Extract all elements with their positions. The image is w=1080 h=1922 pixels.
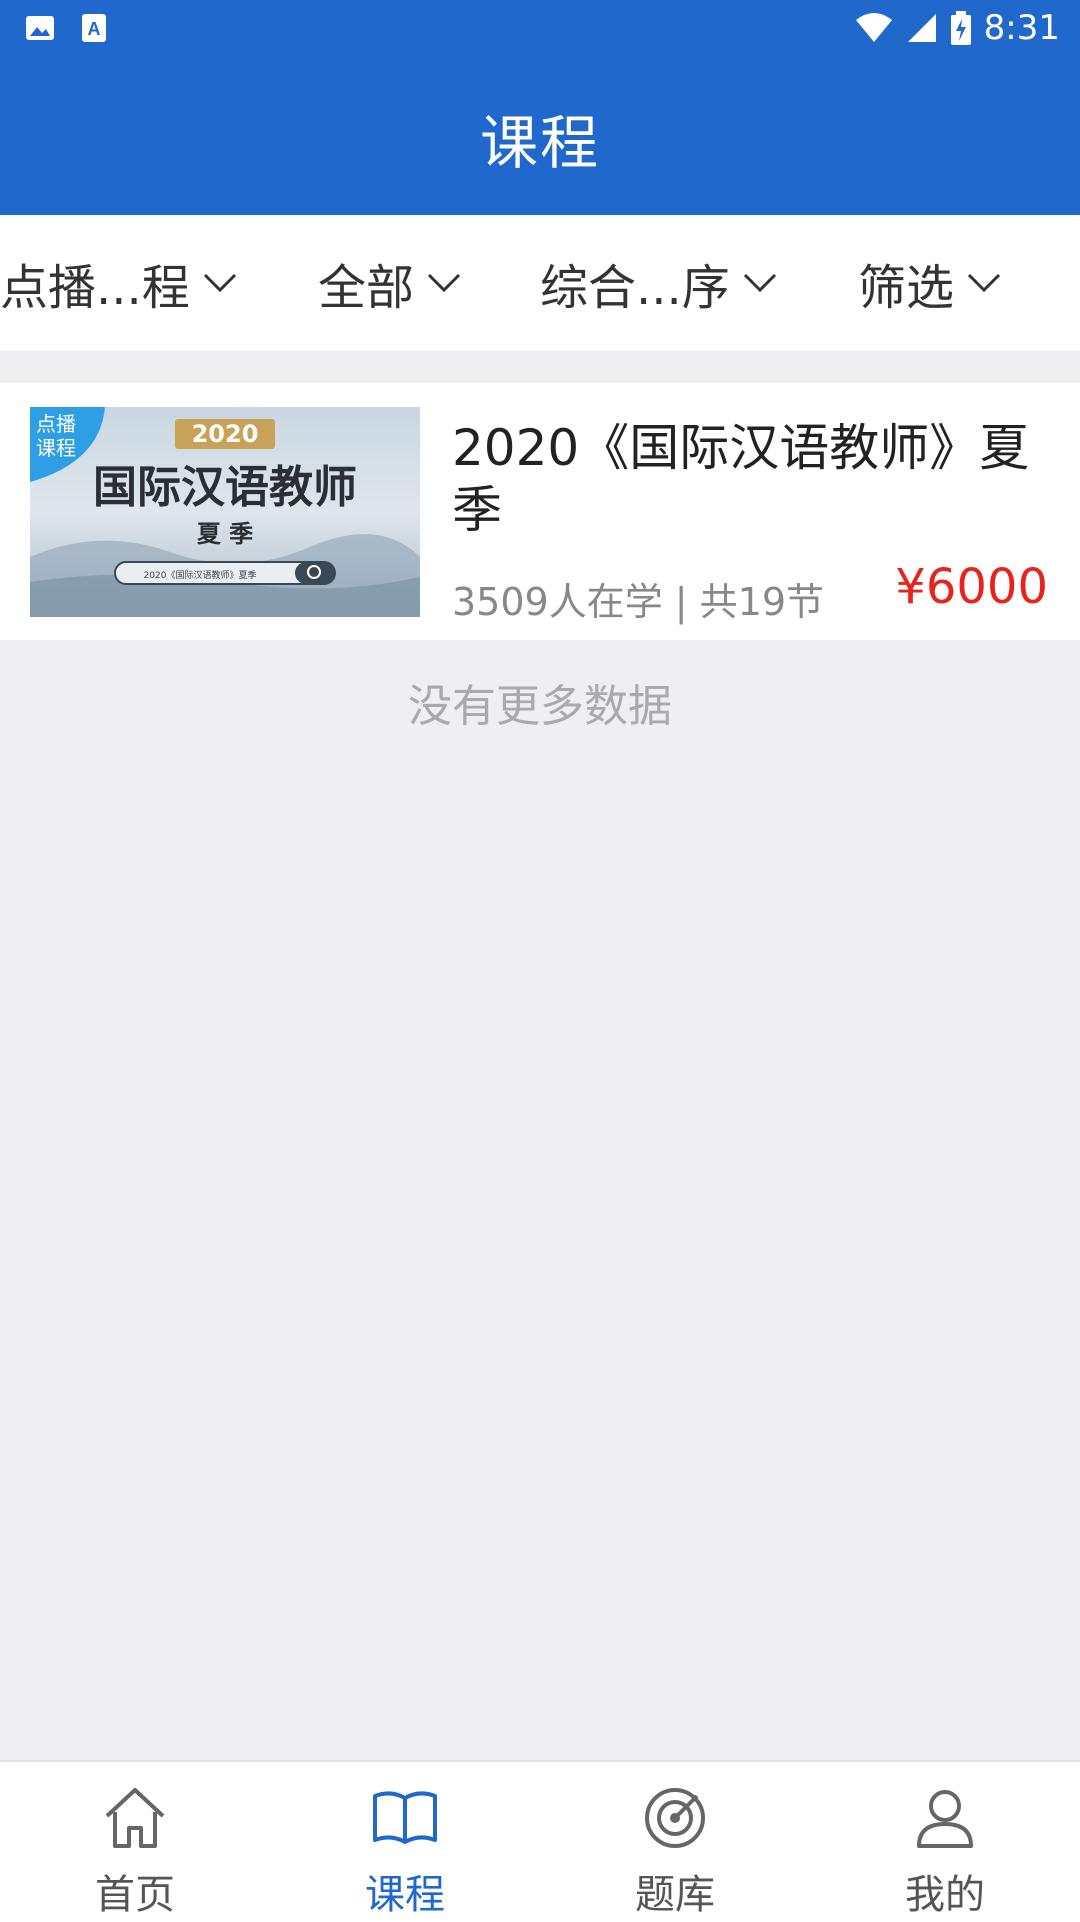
- thumb-badge-line1: 点播: [36, 412, 76, 436]
- filter-label: 筛选: [858, 260, 955, 316]
- course-price: ¥6000: [895, 559, 1048, 615]
- home-icon: [105, 1788, 165, 1848]
- nav-label: 题库: [635, 1872, 715, 1918]
- svg-text:A: A: [88, 19, 101, 39]
- thumb-title: 国际汉语教师: [93, 462, 357, 513]
- nav-course[interactable]: 课程: [270, 1762, 540, 1922]
- app-notification-icon: A: [82, 14, 106, 42]
- list-end-text: 没有更多数据: [408, 681, 672, 732]
- filter-bar: 点播...程 全部 综合...序 筛选: [0, 215, 1080, 351]
- chevron-down-icon: [203, 273, 236, 293]
- section-divider: [0, 351, 1080, 383]
- battery-icon: [950, 11, 971, 45]
- wifi-icon: [855, 13, 892, 42]
- course-thumbnail: 点播 课程 2020 国际汉语教师 夏 季 2020《国际汉语教师》夏季: [30, 407, 420, 617]
- image-notification-icon: [26, 16, 54, 40]
- nav-label: 我的: [905, 1872, 985, 1918]
- signal-icon: [907, 14, 936, 42]
- filter-category[interactable]: 全部: [318, 215, 462, 351]
- thumb-year: 2020: [192, 420, 259, 448]
- nav-label: 首页: [95, 1872, 175, 1918]
- nav-question-bank[interactable]: 题库: [540, 1762, 810, 1922]
- thumb-search-text: 2020《国际汉语教师》夏季: [144, 569, 257, 581]
- thumb-badge-line2: 课程: [36, 436, 76, 460]
- course-meta: 3509人在学 | 共19节: [452, 580, 825, 624]
- filter-label: 综合...序: [540, 260, 730, 316]
- chevron-down-icon: [427, 273, 461, 293]
- bottom-nav: 首页 课程 题库 我的: [0, 1760, 1080, 1922]
- filter-sort[interactable]: 综合...序: [540, 215, 778, 351]
- thumb-subtitle: 夏 季: [197, 519, 253, 548]
- nav-home[interactable]: 首页: [0, 1762, 270, 1922]
- status-time: 8:31: [983, 8, 1060, 48]
- course-card[interactable]: 点播 课程 2020 国际汉语教师 夏 季 2020《国际汉语教师》夏季 202…: [0, 383, 1080, 640]
- nav-label: 课程: [365, 1872, 445, 1918]
- page-title: 课程: [479, 108, 600, 177]
- nav-profile[interactable]: 我的: [810, 1762, 1080, 1922]
- course-title: 2020《国际汉语教师》夏季: [452, 419, 1030, 539]
- user-icon: [917, 1790, 973, 1848]
- target-icon: [645, 1788, 705, 1848]
- chevron-down-icon: [967, 273, 1001, 293]
- filter-label: 点播...程: [0, 260, 190, 316]
- book-icon: [373, 1791, 437, 1844]
- app-header: 课程: [0, 60, 1080, 215]
- filter-screen[interactable]: 筛选: [858, 215, 1002, 351]
- chevron-down-icon: [743, 273, 776, 293]
- status-bar: A 8:31: [0, 0, 1080, 60]
- filter-course-type[interactable]: 点播...程: [0, 215, 238, 351]
- filter-label: 全部: [318, 260, 415, 316]
